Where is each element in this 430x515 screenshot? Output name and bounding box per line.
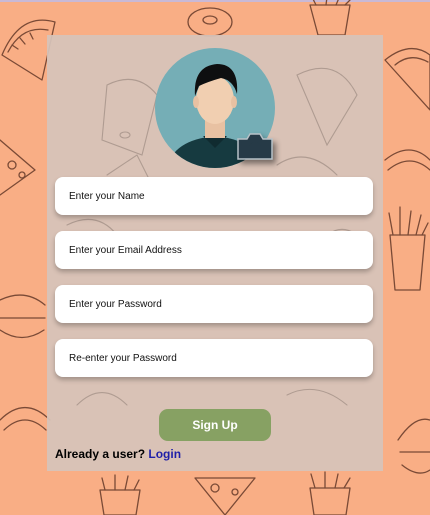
login-prompt: Already a user? Login bbox=[55, 447, 181, 461]
donut-doodle bbox=[187, 7, 233, 37]
burger-doodle bbox=[0, 294, 46, 339]
signup-button[interactable]: Sign Up bbox=[159, 409, 271, 441]
signup-card: Sign Up Already a user? Login bbox=[47, 35, 383, 471]
burger-doodle bbox=[397, 418, 430, 474]
fries-doodle bbox=[309, 0, 351, 36]
email-input[interactable] bbox=[55, 231, 373, 269]
confirm-password-input[interactable] bbox=[55, 339, 373, 377]
pizza-doodle bbox=[0, 139, 36, 196]
already-user-text: Already a user? bbox=[55, 447, 146, 461]
taco-doodle bbox=[384, 48, 430, 111]
taco-doodle bbox=[0, 406, 51, 431]
pizza-doodle bbox=[194, 477, 256, 515]
name-input[interactable] bbox=[55, 177, 373, 215]
password-input[interactable] bbox=[55, 285, 373, 323]
camera-icon[interactable] bbox=[236, 131, 274, 161]
taco-doodle bbox=[384, 149, 430, 171]
login-link[interactable]: Login bbox=[148, 447, 181, 461]
fries-doodle bbox=[309, 471, 351, 515]
fries-doodle bbox=[388, 206, 429, 291]
fries-doodle bbox=[99, 474, 141, 515]
